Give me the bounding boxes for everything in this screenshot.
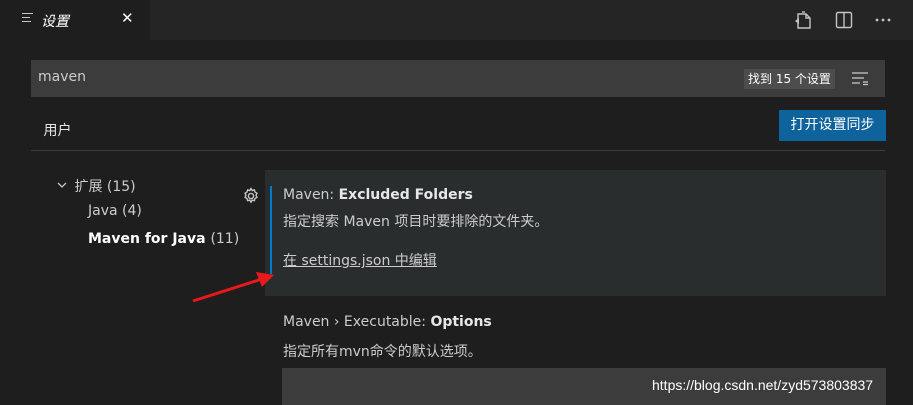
result-count-badge: 找到 15 个设置 — [744, 69, 835, 89]
open-json-icon[interactable] — [793, 9, 815, 31]
toc-item-java[interactable]: Java (4) — [88, 203, 142, 219]
more-actions-icon[interactable] — [872, 9, 894, 31]
gear-icon[interactable] — [241, 186, 261, 206]
toc-item-maven-for-java[interactable]: Maven for Java (11) — [88, 231, 239, 247]
search-box[interactable]: maven 找到 15 个设置 — [31, 60, 885, 97]
toc-group-label: 扩展 — [74, 179, 103, 195]
annotation-arrow-icon — [190, 270, 280, 305]
split-editor-icon[interactable] — [833, 9, 855, 31]
setting-name: Excluded Folders — [338, 187, 473, 203]
setting-title: Maven: Excluded Folders — [283, 187, 473, 203]
tab-settings[interactable]: 设置 ✕ — [0, 0, 150, 40]
setting-description: 指定所有mvn命令的默认选项。 — [283, 344, 482, 360]
close-icon[interactable]: ✕ — [121, 9, 134, 27]
edit-in-settings-json-link[interactable]: 在 settings.json 中编辑 — [283, 250, 437, 270]
list-icon — [22, 13, 33, 25]
toc-item-label: Java — [88, 203, 118, 219]
setting-title: Maven › Executable: Options — [283, 314, 492, 330]
toc-group-extensions[interactable]: 扩展 (15) — [56, 176, 136, 196]
setting-name: Options — [430, 314, 492, 330]
toc-item-count: (11) — [210, 231, 240, 247]
setting-category: Maven: — [283, 187, 339, 203]
setting-description: 指定搜索 Maven 项目时要排除的文件夹。 — [283, 214, 549, 230]
tab-user[interactable]: 用户 — [31, 118, 84, 151]
focus-indicator — [270, 186, 272, 274]
tab-bar: 设置 ✕ — [0, 0, 913, 40]
search-input[interactable]: maven — [38, 69, 86, 85]
watermark: https://blog.csdn.net/zyd573803837 — [652, 377, 874, 393]
toc-item-count: (4) — [122, 203, 142, 219]
toc-group-count: (15) — [106, 179, 136, 195]
sync-settings-button[interactable]: 打开设置同步 — [779, 110, 886, 141]
setting-category: Maven › Executable: — [283, 314, 431, 330]
toc-item-label: Maven for Java — [88, 231, 206, 247]
chevron-down-icon — [56, 179, 70, 195]
divider — [31, 150, 885, 151]
filter-icon[interactable] — [851, 70, 869, 86]
tab-title: 设置 — [41, 14, 69, 30]
